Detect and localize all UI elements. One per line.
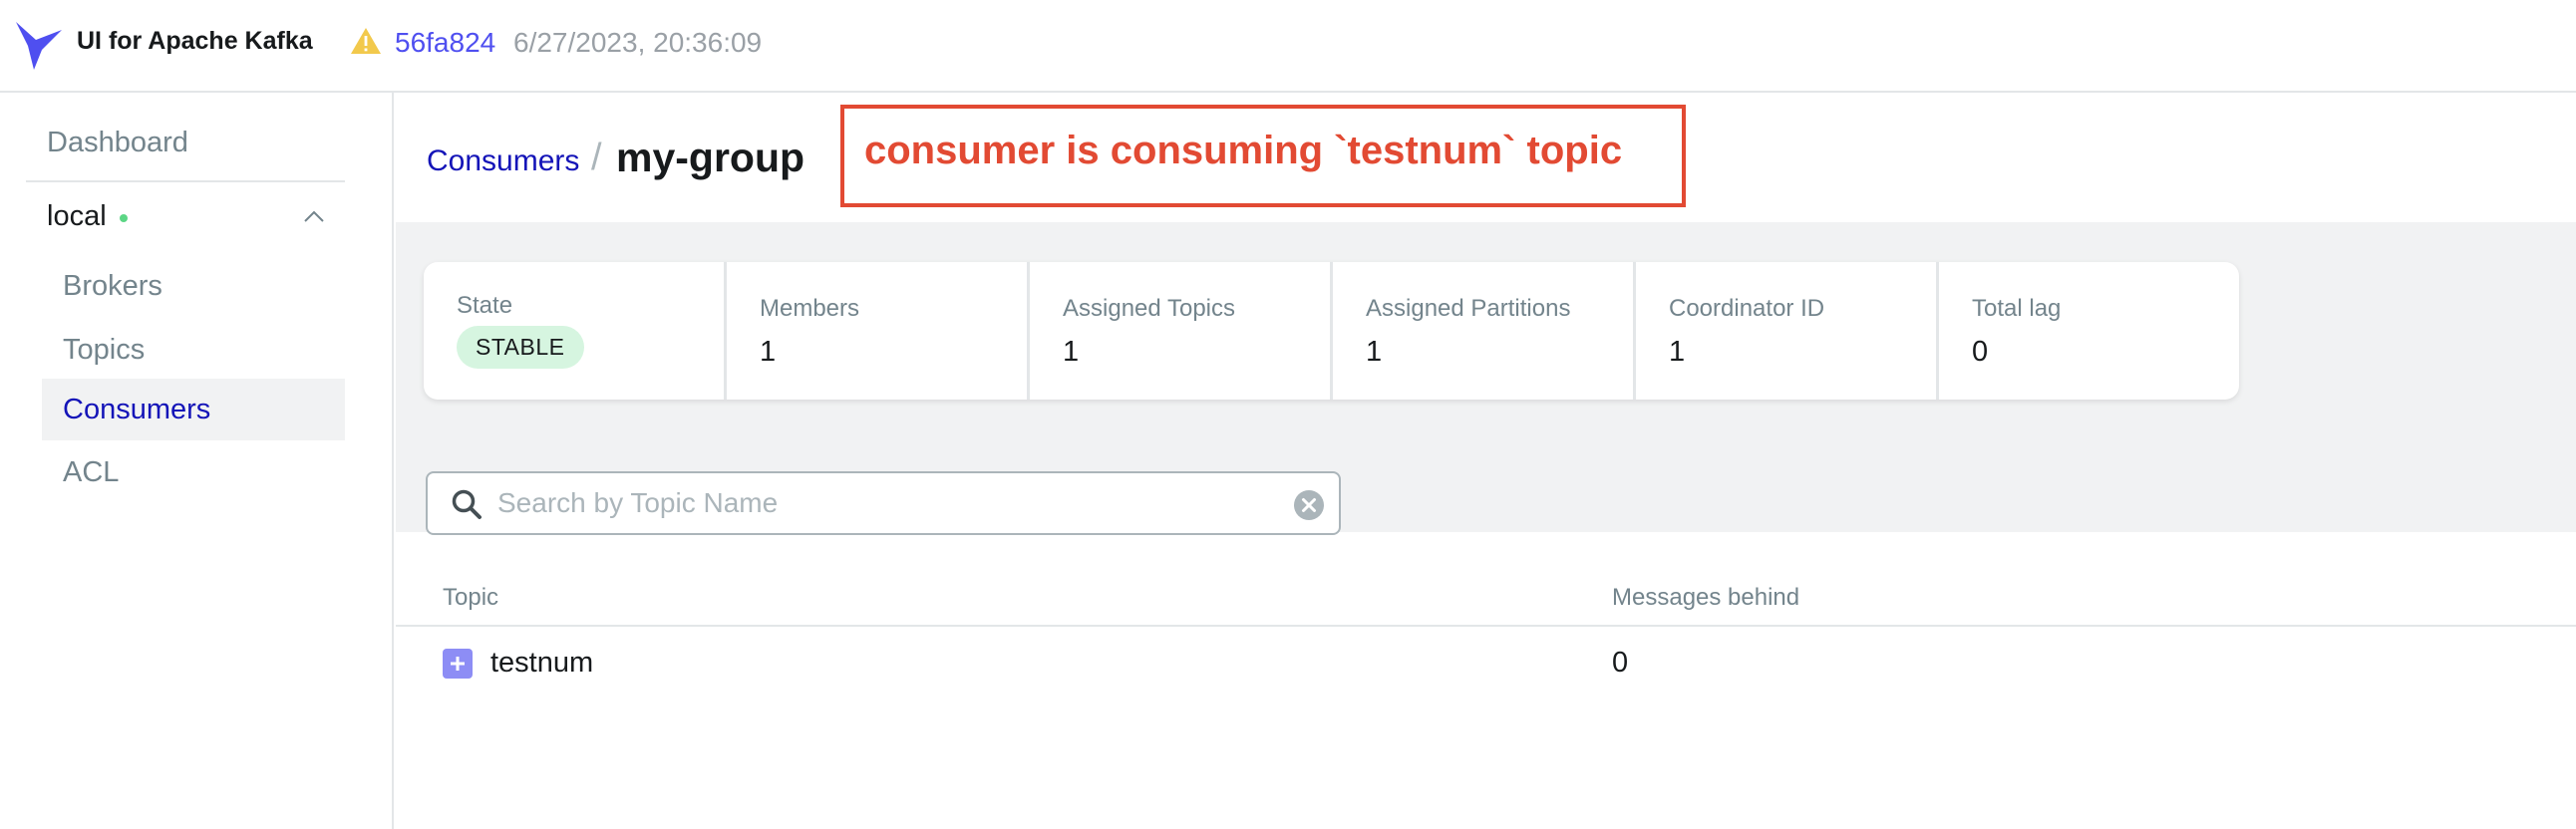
stat-label: Members (760, 295, 860, 322)
stat-label: Total lag (1972, 295, 2062, 322)
stat-value: 1 (760, 336, 777, 368)
kafka-bird-logo-icon[interactable] (14, 20, 64, 72)
breadcrumb-separator: / (591, 137, 602, 178)
cluster-status-dot (120, 214, 128, 222)
app-title[interactable]: UI for Apache Kafka (77, 27, 313, 56)
warning-icon (351, 28, 381, 54)
main-content: Consumers / my-group consumer is consumi… (396, 93, 2576, 829)
table-header: Topic Messages behind (396, 584, 2576, 627)
column-header-messages-behind[interactable]: Messages behind (1612, 584, 1799, 612)
sidebar: Dashboard local Brokers Topics Consumers… (0, 93, 394, 829)
sidebar-item-acl[interactable]: ACL (42, 441, 345, 503)
annotation-text: consumer is consuming `testnum` topic (864, 129, 1623, 172)
breadcrumb-consumers-link[interactable]: Consumers (427, 144, 579, 178)
topic-name[interactable]: testnum (490, 647, 593, 680)
stat-assigned-partitions: Assigned Partitions 1 (1333, 262, 1636, 400)
stat-label: Coordinator ID (1669, 295, 1825, 322)
stat-assigned-topics: Assigned Topics 1 (1030, 262, 1333, 400)
sidebar-item-brokers[interactable]: Brokers (42, 255, 345, 317)
stat-value: 1 (1063, 336, 1080, 368)
top-bar: UI for Apache Kafka 56fa824 6/27/2023, 2… (0, 0, 2576, 93)
build-date: 6/27/2023, 20:36:09 (513, 27, 763, 58)
messages-behind-value: 0 (1612, 647, 1629, 679)
clear-search-icon[interactable] (1293, 489, 1325, 521)
commit-link[interactable]: 56fa824 (395, 27, 495, 59)
stat-label: Assigned Topics (1063, 295, 1235, 322)
stat-state: State STABLE (424, 262, 727, 400)
cluster-local[interactable]: local (47, 200, 107, 233)
sidebar-item-topics[interactable]: Topics (42, 319, 345, 381)
stat-value: 0 (1972, 336, 1989, 368)
search-input[interactable] (497, 483, 1265, 523)
column-header-topic[interactable]: Topic (443, 584, 498, 612)
state-badge: STABLE (457, 326, 584, 369)
table-row[interactable]: testnum 0 (396, 627, 2576, 696)
expand-plus-icon[interactable] (443, 649, 473, 679)
chevron-up-icon[interactable] (303, 208, 325, 224)
nav-divider (26, 180, 345, 182)
annotation-box: consumer is consuming `testnum` topic (840, 105, 1686, 207)
stat-total-lag: Total lag 0 (1939, 262, 2239, 400)
search-icon (452, 489, 482, 519)
stat-members: Members 1 (727, 262, 1030, 400)
sidebar-item-consumers[interactable]: Consumers (42, 379, 345, 440)
stat-value: 1 (1366, 336, 1383, 368)
stat-label: State (457, 292, 513, 319)
stat-coordinator-id: Coordinator ID 1 (1636, 262, 1939, 400)
stat-label: Assigned Partitions (1366, 295, 1571, 322)
nav-dashboard[interactable]: Dashboard (47, 127, 188, 159)
stat-value: 1 (1669, 336, 1686, 368)
page-title: my-group (616, 135, 805, 180)
stats-card: State STABLE Members 1 Assigned Topics 1… (424, 262, 2239, 400)
topic-search (426, 471, 1341, 535)
